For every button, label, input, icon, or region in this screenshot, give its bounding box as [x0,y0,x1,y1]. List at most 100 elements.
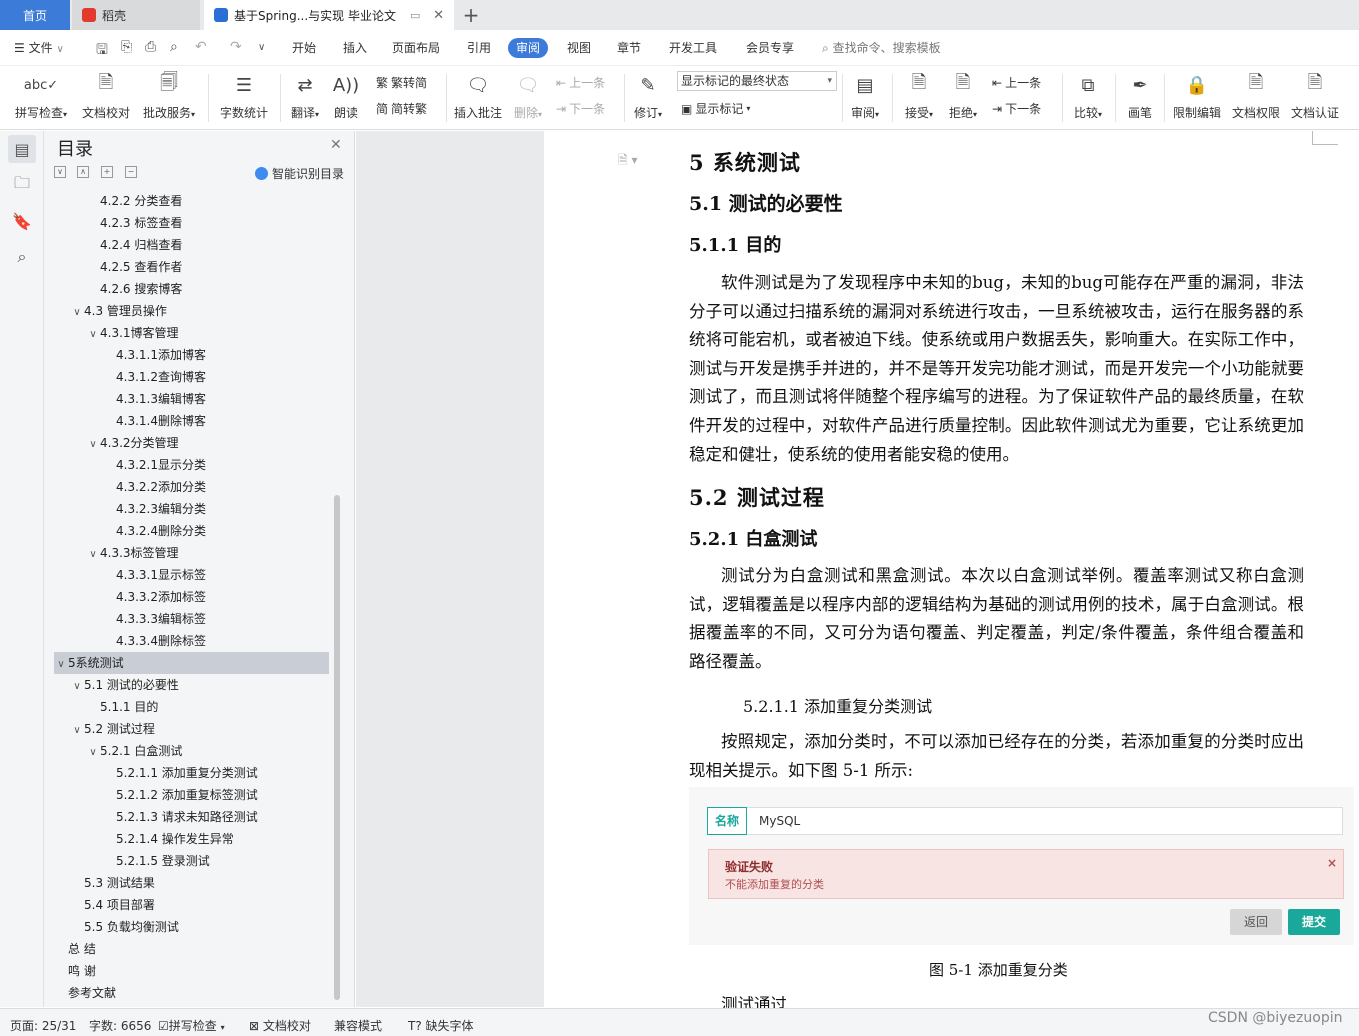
chevron-down-icon[interactable]: ∨ [54,654,68,676]
toc-item[interactable]: 4.2.4 归档查看 [54,234,329,256]
prev-comment-button[interactable]: ⇤ 上一条 [556,74,605,91]
toc-scrollbar[interactable] [332,190,342,1000]
expand-up-icon[interactable]: ∧ [77,166,89,178]
print-preview-icon[interactable]: ⌕ [170,39,178,55]
compare-button[interactable]: ⧉ 比较▾ [1068,70,1108,121]
reject-button[interactable]: 🗎 拒绝▾ [944,70,982,121]
markup-state-select[interactable]: 显示标记的最终状态 ▾ [677,71,837,91]
toc-item[interactable]: 5.3 测试结果 [54,872,329,894]
chevron-down-icon[interactable]: ∨ [86,324,100,346]
menu-page-layout[interactable]: 页面布局 [392,38,440,58]
chevron-down-icon[interactable]: ∨ [70,302,84,324]
new-tab-button[interactable]: + [456,0,486,30]
quick-access-dropdown-icon[interactable]: ∨ [258,42,265,53]
toc-item[interactable]: ∨ 5.2 测试过程 [54,718,329,740]
delete-comment-button[interactable]: 🗨 删除▾ [510,70,546,121]
chevron-down-icon[interactable]: ∨ [86,544,100,566]
undo-icon[interactable]: ↶ [195,39,207,55]
doc-permission-button[interactable]: 🗎 文档权限 [1229,70,1283,121]
chapter-nav-icon[interactable]: 🗀 [8,171,36,199]
toc-panel-icon[interactable]: ▤ [8,135,36,163]
menu-chapter[interactable]: 章节 [617,38,641,58]
smart-toc-button[interactable]: 智能识别目录 [255,165,344,182]
toc-item[interactable]: 4.3.2.1显示分类 [54,454,329,476]
chevron-down-icon[interactable]: ∨ [70,676,84,698]
toc-item[interactable]: 4.2.2 分类查看 [54,190,329,212]
remove-heading-icon[interactable]: − [125,166,137,178]
word-count-status[interactable]: 字数: 6656 [89,1017,151,1034]
add-heading-icon[interactable]: + [101,166,113,178]
save-icon[interactable]: 🖫 [96,39,108,63]
simp-to-trad-button[interactable]: 简简转繁 [376,100,427,117]
toc-item[interactable]: ∨ 5.1 测试的必要性 [54,674,329,696]
toc-item[interactable]: 5.1.1 目的 [54,696,329,718]
doc-cert-button[interactable]: 🗎 文档认证 [1288,70,1342,121]
menu-view[interactable]: 视图 [567,38,591,58]
toc-item[interactable]: 鸣 谢 [54,960,329,982]
doc-proof-button[interactable]: 🗎 文档校对 [80,70,132,121]
toc-item[interactable]: ∨ 4.3.1博客管理 [54,322,329,344]
toc-item[interactable]: ∨ 5.2.1 白盒测试 [54,740,329,762]
document-page[interactable]: 🗎 ▾ 5 系统测试 5.1 测试的必要性 5.1.1 目的 软件测试是为了发现… [544,131,1359,1014]
toc-item[interactable]: 4.3.1.2查询博客 [54,366,329,388]
toc-item[interactable]: 4.3.2.2添加分类 [54,476,329,498]
toc-item[interactable]: 4.3.1.1添加博客 [54,344,329,366]
review-pane-button[interactable]: ▤ 审阅▾ [847,70,883,121]
toc-item[interactable]: 5.2.1.2 添加重复标签测试 [54,784,329,806]
file-menu[interactable]: ☰ 文件 ∨ [14,38,64,58]
translate-button[interactable]: ⇄ 翻译▾ [287,70,323,121]
toc-item[interactable]: 5.2.1.5 登录测试 [54,850,329,872]
menu-start[interactable]: 开始 [292,38,316,58]
page-indicator[interactable]: 页面: 25/31 [10,1017,76,1034]
chevron-down-icon[interactable]: ∨ [70,720,84,742]
toc-item[interactable]: 4.2.6 搜索博客 [54,278,329,300]
toc-item[interactable]: ∨ 5系统测试 [54,652,329,674]
toc-item[interactable]: 4.3.3.2添加标签 [54,586,329,608]
tab-daoke[interactable]: 稻壳 [72,0,200,30]
toc-item[interactable]: 总 结 [54,938,329,960]
toc-item[interactable]: 4.2.3 标签查看 [54,212,329,234]
toc-item[interactable]: 4.3.1.4删除博客 [54,410,329,432]
batch-service-button[interactable]: 🗐 批改服务▾ [140,70,198,121]
toc-scroll-thumb[interactable] [334,495,340,1000]
read-aloud-button[interactable]: A)) 朗读 [330,70,362,121]
toc-item[interactable]: ∨ 4.3 管理员操作 [54,300,329,322]
show-markup-button[interactable]: ▣ 显示标记 ▾ [681,100,750,117]
print-icon[interactable]: ⎙ [145,39,156,55]
toc-item[interactable]: 4.3.2.3编辑分类 [54,498,329,520]
tab-home[interactable]: 首页 [0,0,70,30]
bookmark-icon[interactable]: 🔖 [8,207,36,235]
toc-item[interactable]: 5.5 负载均衡测试 [54,916,329,938]
redo-icon[interactable]: ↷ [230,39,242,55]
accept-button[interactable]: 🗎 接受▾ [900,70,938,121]
paragraph-layout-icon[interactable]: 🗎 ▾ [618,151,638,172]
toc-item[interactable]: 4.3.2.4删除分类 [54,520,329,542]
menu-review[interactable]: 审阅 [508,38,549,58]
menu-insert[interactable]: 插入 [343,38,367,58]
chevron-down-icon[interactable]: ∨ [86,742,100,764]
close-icon[interactable]: ✕ [330,137,342,153]
toc-item[interactable]: 4.3.3.1显示标签 [54,564,329,586]
command-search[interactable]: ⌕ 查找命令、搜索模板 [822,38,941,58]
toc-item[interactable]: 4.3.3.3编辑标签 [54,608,329,630]
next-comment-button[interactable]: ⇥ 下一条 [556,100,605,117]
trad-to-simp-button[interactable]: 繁繁转简 [376,74,427,91]
toc-item[interactable]: 5.4 项目部署 [54,894,329,916]
toc-item[interactable]: 5.2.1.4 操作发生异常 [54,828,329,850]
status-doc-proof[interactable]: ⊠ 文档校对 [249,1017,311,1034]
menu-member[interactable]: 会员专享 [746,38,794,58]
insert-comment-button[interactable]: 🗨 插入批注 [452,70,504,121]
restrict-edit-button[interactable]: 🔒 限制编辑 [1170,70,1224,121]
pin-icon[interactable]: ▭ [410,9,420,22]
toc-item[interactable]: 4.3.3.4删除标签 [54,630,329,652]
spell-check-button[interactable]: abc✓ 拼写检查▾ [10,70,72,121]
collapse-all-icon[interactable]: ∨ [54,166,66,178]
tab-document[interactable]: 基于Spring...与实现 毕业论文 ▭ ✕ [204,0,454,30]
track-changes-button[interactable]: ✎ 修订▾ [630,70,666,121]
next-change-button[interactable]: ⇥ 下一条 [992,100,1041,117]
search-icon[interactable]: ⌕ [8,243,36,271]
export-pdf-icon[interactable]: ⎘ [121,39,132,55]
toc-item[interactable]: ∨ 4.3.3标签管理 [54,542,329,564]
toc-item[interactable]: 4.3.1.3编辑博客 [54,388,329,410]
toc-item[interactable]: 4.2.5 查看作者 [54,256,329,278]
